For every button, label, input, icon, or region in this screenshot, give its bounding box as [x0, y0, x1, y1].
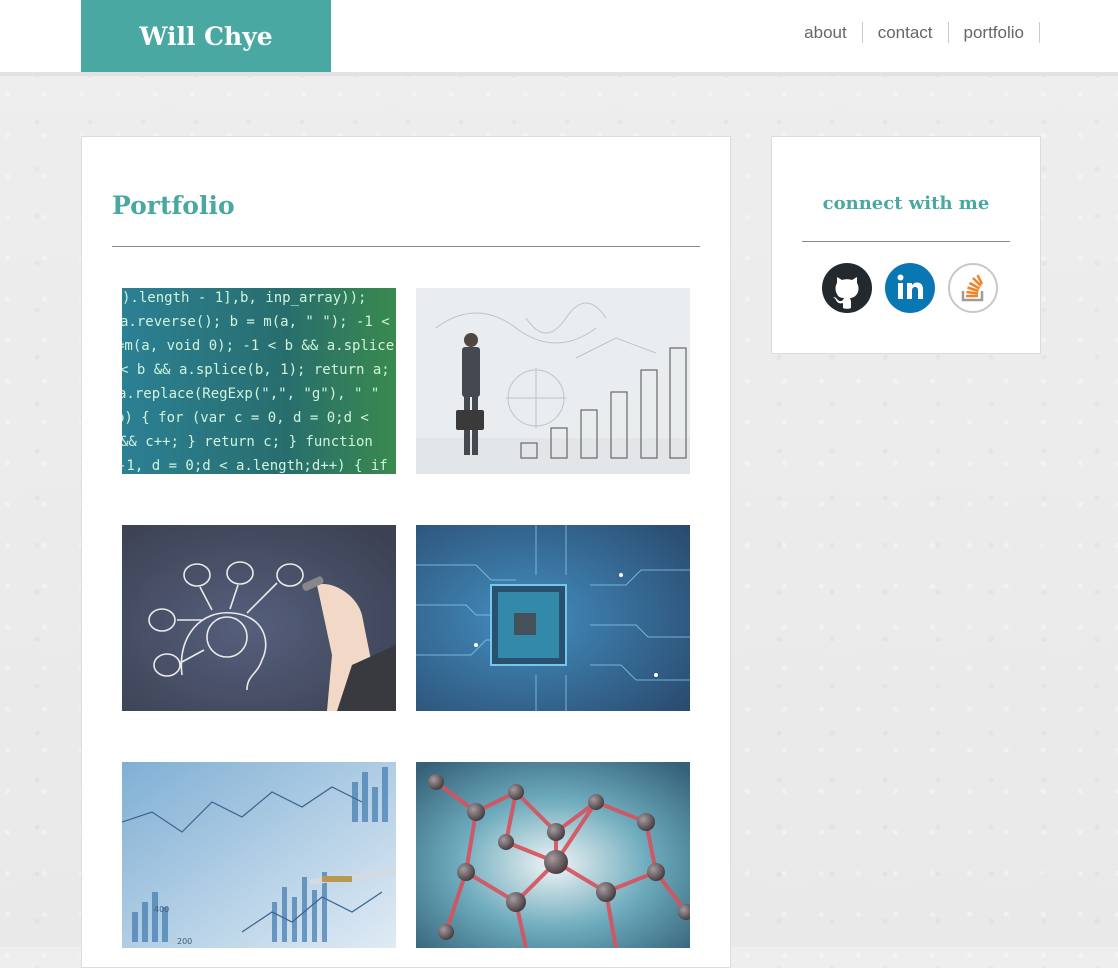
- nav-contact[interactable]: contact: [863, 22, 949, 43]
- svg-text:=m(a, void 0); -1 < b && a.spl: =m(a, void 0); -1 < b && a.splice: [122, 338, 394, 354]
- svg-text:200: 200: [177, 937, 192, 946]
- portfolio-item-finance[interactable]: 400 200: [122, 762, 396, 948]
- svg-text:&& c++; } return c; } function: && c++; } return c; } function: [122, 434, 373, 450]
- svg-text:-1, d = 0;d < a.length;d++) {: -1, d = 0;d < a.length;d++) { if: [122, 458, 388, 474]
- title-divider: [112, 246, 700, 247]
- github-icon: [822, 263, 872, 313]
- site-brand[interactable]: Will Chye: [81, 0, 331, 72]
- nav-about[interactable]: about: [789, 22, 863, 43]
- financial-chart-image: 400 200: [122, 762, 396, 948]
- page-title: Portfolio: [112, 191, 235, 220]
- circuit-chip-image: [416, 525, 690, 711]
- stackoverflow-link[interactable]: [948, 263, 998, 313]
- svg-text:400: 400: [154, 905, 169, 914]
- portfolio-item-hardware[interactable]: [416, 525, 690, 711]
- linkedin-icon: [885, 263, 935, 313]
- svg-text:a.replace(RegExp(",", "g"), ": a.replace(RegExp(",", "g"), " ": [122, 386, 379, 402]
- svg-text:).length - 1],b, inp_array));: ).length - 1],b, inp_array));: [122, 290, 366, 306]
- code-image: ).length - 1],b, inp_array)); a.reverse(…: [122, 288, 396, 474]
- site-header: Will Chye about contact portfolio: [0, 0, 1118, 76]
- connect-heading: connect with me: [822, 193, 990, 214]
- github-link[interactable]: [822, 263, 872, 313]
- nav-portfolio[interactable]: portfolio: [949, 22, 1040, 43]
- connect-divider: [802, 241, 1010, 242]
- molecule-image: [416, 762, 690, 948]
- svg-text:b) { for (var c = 0, d = 0;d <: b) { for (var c = 0, d = 0;d <: [122, 410, 369, 426]
- linkedin-link[interactable]: [885, 263, 935, 313]
- portfolio-panel: Portfolio ).length - 1],b, inp_array)); …: [81, 136, 731, 968]
- stackoverflow-icon: [948, 263, 998, 313]
- businessman-chart-image: [416, 288, 690, 474]
- portfolio-item-chemistry[interactable]: [416, 762, 690, 948]
- portfolio-item-ideas[interactable]: [122, 525, 396, 711]
- svg-text:< b && a.splice(b, 1); return: < b && a.splice(b, 1); return a;: [122, 362, 390, 378]
- portfolio-item-code[interactable]: ).length - 1],b, inp_array)); a.reverse(…: [122, 288, 396, 474]
- brain-ideas-image: [122, 525, 396, 711]
- svg-text:a.reverse(); b = m(a, " "); -1: a.reverse(); b = m(a, " "); -1 <: [122, 314, 390, 330]
- main-nav: about contact portfolio: [789, 22, 1040, 43]
- portfolio-item-strategy[interactable]: [416, 288, 690, 474]
- connect-panel: connect with me: [771, 136, 1041, 354]
